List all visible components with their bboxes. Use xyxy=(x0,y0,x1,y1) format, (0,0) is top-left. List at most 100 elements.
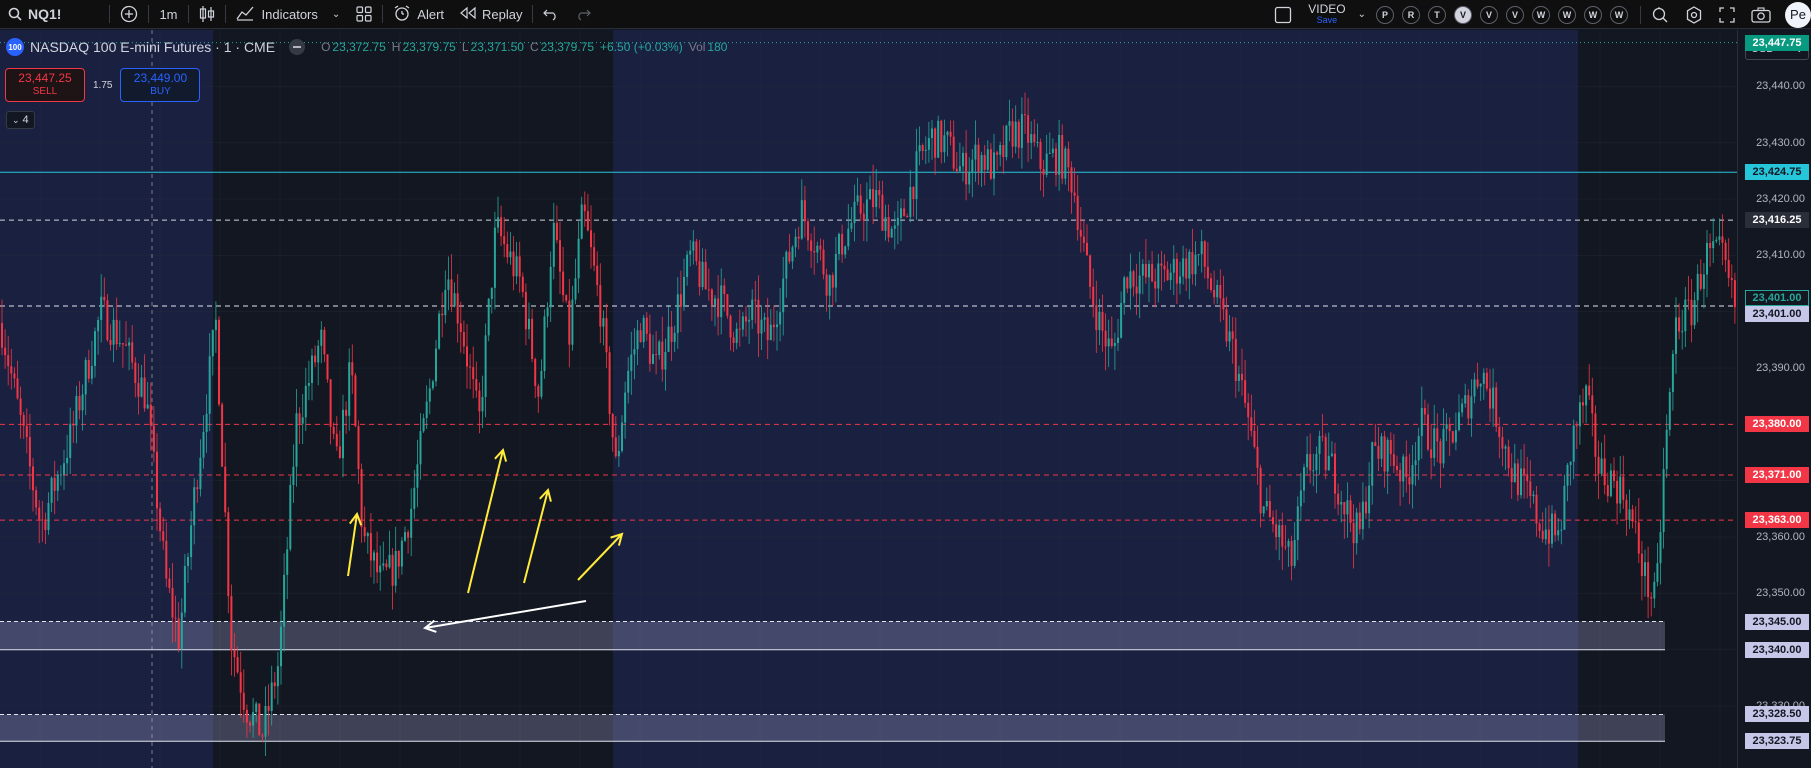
alert-button[interactable]: Alert xyxy=(385,0,452,29)
candle-body xyxy=(44,519,47,530)
candle-body xyxy=(1712,241,1715,249)
candle-body xyxy=(1163,265,1166,270)
chart-type-button[interactable] xyxy=(191,0,223,29)
compare-symbol-button[interactable] xyxy=(112,0,146,29)
candle-body xyxy=(1061,134,1064,179)
hide-legend-button[interactable] xyxy=(289,39,306,55)
candle-body xyxy=(1036,142,1039,144)
candle-body xyxy=(199,457,202,490)
candle-body xyxy=(1389,439,1392,455)
candle-body xyxy=(1470,396,1473,419)
maximize-button[interactable] xyxy=(1711,0,1743,29)
undo-button[interactable] xyxy=(535,0,567,29)
candle-body xyxy=(1436,428,1439,442)
candle-body xyxy=(7,355,10,367)
price-chart[interactable] xyxy=(0,30,1737,768)
candle-body xyxy=(208,356,211,414)
candle-body xyxy=(183,566,186,613)
candle-body xyxy=(87,359,90,379)
layout-circle-button[interactable]: W xyxy=(1532,5,1550,24)
symbol-search[interactable]: NQ1! xyxy=(0,0,69,29)
candle-body xyxy=(385,563,388,568)
chart-legend: 100 NASDAQ 100 E-mini Futures · 1 · CME … xyxy=(6,38,727,56)
candle-body xyxy=(1318,436,1321,454)
candle-body xyxy=(239,672,242,693)
quick-search-button[interactable] xyxy=(1643,0,1677,29)
layout-circle-button[interactable]: W xyxy=(1558,5,1576,24)
candle-body xyxy=(776,324,778,328)
layouts-button[interactable] xyxy=(348,0,380,29)
sell-button[interactable]: 23,447.25 SELL xyxy=(5,68,85,102)
price-level-label: 23,447.75 xyxy=(1745,34,1809,51)
high-value: 23,379.75 xyxy=(402,40,456,54)
candle-body xyxy=(354,375,357,427)
candle-body xyxy=(782,278,785,313)
indicators-button[interactable]: Indicators ⌄ xyxy=(228,0,349,29)
layout-circle-button[interactable]: V xyxy=(1454,5,1472,24)
candle-body xyxy=(413,487,416,509)
buy-button[interactable]: 23,449.00 BUY xyxy=(120,68,201,102)
divider xyxy=(109,5,111,23)
layout-circle-button[interactable]: T xyxy=(1428,5,1446,24)
replay-label: Replay xyxy=(482,6,523,22)
candle-body xyxy=(683,276,685,307)
candle-body xyxy=(931,128,933,139)
chevron-down-icon[interactable]: ⌄ xyxy=(1358,9,1366,20)
layout-circle-button[interactable]: R xyxy=(1402,5,1420,24)
indicators-collapse-button[interactable]: ⌄ 4 xyxy=(6,111,35,129)
candle-body xyxy=(940,120,943,153)
candle-body xyxy=(286,549,289,575)
candle-body xyxy=(1585,385,1588,406)
interval-button[interactable]: 1m xyxy=(151,0,185,29)
candle-body xyxy=(546,307,549,317)
candle-body xyxy=(1179,276,1181,284)
candle-body xyxy=(1157,263,1160,289)
snapshot-button[interactable] xyxy=(1743,0,1779,29)
candle-body xyxy=(1284,546,1287,548)
redo-button[interactable] xyxy=(567,0,599,29)
candle-body xyxy=(1445,424,1448,429)
candle-body xyxy=(1489,388,1491,409)
candle-body xyxy=(320,329,323,346)
candle-body xyxy=(307,382,310,386)
candlestick-chart[interactable] xyxy=(0,30,1737,768)
settings-button[interactable] xyxy=(1677,0,1711,29)
candle-body xyxy=(227,512,230,597)
candle-body xyxy=(56,474,59,491)
close-label: C xyxy=(529,40,539,54)
candle-body xyxy=(732,337,735,344)
video-save-button[interactable]: VIDEO Save xyxy=(1308,3,1345,26)
instrument-title[interactable]: NASDAQ 100 E-mini Futures · 1 · CME xyxy=(30,39,275,55)
layout-circle-button[interactable]: P xyxy=(1376,5,1394,24)
layout-circle-button[interactable]: W xyxy=(1610,5,1628,24)
price-axis[interactable]: USD ⌄ 23,440.0023,430.0023,420.0023,410.… xyxy=(1737,30,1811,768)
layout-circle-button[interactable]: V xyxy=(1480,5,1498,24)
candle-body xyxy=(1312,470,1315,472)
candle-body xyxy=(1656,563,1659,582)
replay-button[interactable]: Replay xyxy=(452,0,530,29)
candle-body xyxy=(772,324,775,328)
top-toolbar: NQ1! 1m Indicators ⌄ Alert Replay VIDEO xyxy=(0,0,1811,29)
layout-circle-button[interactable]: V xyxy=(1506,5,1524,24)
candle-body xyxy=(621,422,623,451)
redo-icon xyxy=(575,7,592,21)
candle-body xyxy=(1600,458,1603,474)
layout-circle-button[interactable]: W xyxy=(1584,5,1602,24)
divider xyxy=(382,5,384,23)
fullscreen-toggle[interactable] xyxy=(1266,0,1300,29)
candle-body xyxy=(1219,284,1222,299)
candle-body xyxy=(1718,236,1721,240)
candle-body xyxy=(1135,286,1138,294)
candle-body xyxy=(270,682,273,712)
candle-body xyxy=(50,477,53,503)
candle-body xyxy=(1045,153,1048,175)
candle-body xyxy=(1417,436,1420,461)
axis-tick-label: 23,350.00 xyxy=(1756,587,1805,600)
avatar[interactable]: Pe xyxy=(1785,1,1811,28)
candle-body xyxy=(1402,456,1405,482)
candle-body xyxy=(648,333,651,364)
candle-body xyxy=(1343,502,1346,515)
candle-body xyxy=(1141,263,1144,276)
candle-body xyxy=(1706,242,1708,275)
candle-body xyxy=(847,228,850,247)
